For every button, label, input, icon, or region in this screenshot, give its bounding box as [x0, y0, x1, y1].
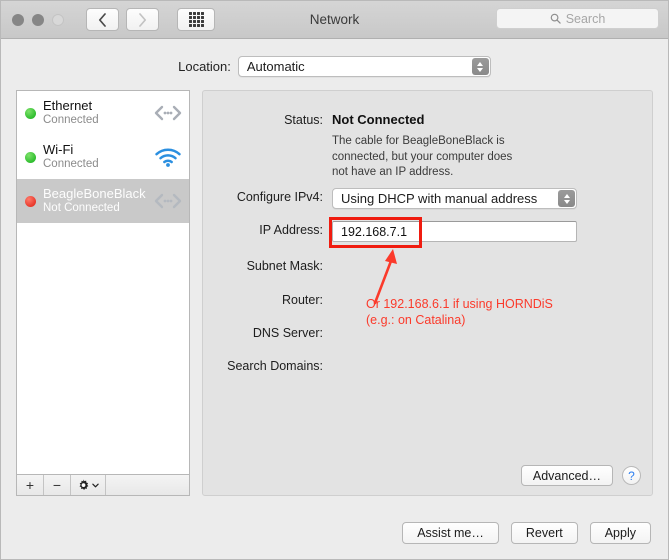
annotation-line-1: Or 192.168.6.1 if using HORNDiS	[366, 297, 553, 311]
apply-button[interactable]: Apply	[589, 522, 651, 544]
stepper-icon	[471, 58, 489, 75]
forward-button[interactable]	[126, 8, 159, 31]
ip-address-label: IP Address:	[259, 223, 323, 237]
ip-address-row: IP Address: 192.168.7.1	[203, 221, 577, 242]
network-preferences-window: Network Search Location: Automatic Ether…	[0, 0, 669, 560]
search-placeholder: Search	[565, 11, 606, 26]
service-row-ethernet[interactable]: Ethernet Connected	[17, 91, 189, 135]
service-name: BeagleBoneBlack	[43, 186, 146, 201]
close-button[interactable]	[12, 13, 24, 26]
service-row-wifi[interactable]: Wi-Fi Connected	[17, 135, 189, 179]
dns-server-label: DNS Server:	[252, 326, 323, 340]
window-titlebar: Network Search	[1, 1, 668, 39]
navigation-buttons	[86, 8, 215, 31]
status-row: Status: Not Connected The cable for Beag…	[203, 111, 528, 181]
status-description: The cable for BeagleBoneBlack is connect…	[332, 135, 513, 179]
stepper-icon	[558, 190, 575, 207]
help-button[interactable]: ?	[622, 466, 641, 485]
annotation-line-2: (e.g.: on Catalina)	[366, 312, 466, 327]
chevron-down-icon	[92, 483, 99, 487]
location-row: Location: Automatic	[1, 56, 668, 77]
search-domains-row: Search Domains:	[203, 357, 323, 373]
service-status: Not Connected	[43, 201, 120, 214]
ip-address-input[interactable]: 192.168.7.1	[332, 221, 577, 242]
show-all-button[interactable]	[177, 8, 215, 31]
revert-button[interactable]: Revert	[510, 522, 578, 544]
search-domains-label: Search Domains:	[227, 359, 323, 373]
remove-service-button[interactable]: −	[44, 475, 71, 495]
router-row: Router:	[203, 291, 323, 307]
status-value: Not Connected	[332, 112, 425, 127]
service-status: Connected	[43, 113, 99, 126]
location-select[interactable]: Automatic	[237, 56, 491, 77]
gear-icon	[79, 478, 89, 490]
add-service-button[interactable]: +	[17, 475, 44, 495]
services-toolbar: + −	[16, 474, 190, 496]
services-sidebar: Ethernet Connected Wi-Fi Connected Beagl…	[16, 90, 190, 496]
configure-ipv4-select[interactable]: Using DHCP with manual address	[332, 188, 577, 209]
back-button[interactable]	[86, 8, 119, 31]
services-toolbar-filler	[106, 475, 189, 495]
ethernet-icon	[153, 193, 183, 209]
subnet-mask-label: Subnet Mask:	[246, 259, 323, 273]
router-label: Router:	[282, 293, 323, 307]
search-input[interactable]: Search	[496, 8, 659, 29]
configure-ipv4-value: Using DHCP with manual address	[341, 191, 538, 206]
minimize-button[interactable]	[32, 13, 44, 26]
main-content: Ethernet Connected Wi-Fi Connected Beagl…	[16, 90, 653, 496]
status-label: Status:	[284, 113, 323, 127]
subnet-mask-row: Subnet Mask:	[203, 257, 323, 273]
location-value: Automatic	[246, 59, 305, 74]
status-dot	[25, 195, 36, 207]
location-label: Location:	[178, 59, 231, 74]
status-dot	[25, 107, 36, 119]
grid-icon	[188, 12, 204, 27]
window-footer: Assist me… Revert Apply	[1, 507, 668, 559]
service-row-beagleboneblack[interactable]: BeagleBoneBlack Not Connected	[17, 179, 189, 223]
search-icon	[550, 13, 561, 24]
services-list[interactable]: Ethernet Connected Wi-Fi Connected Beagl…	[16, 90, 190, 475]
traffic-lights	[12, 13, 64, 26]
service-status: Connected	[43, 157, 99, 170]
zoom-button[interactable]	[52, 13, 64, 26]
annotation-text: Or 192.168.6.1 if using HORNDiS (e.g.: o…	[366, 297, 553, 328]
status-dot	[25, 151, 36, 163]
advanced-row: Advanced… ?	[520, 465, 641, 486]
dns-server-row: DNS Server:	[203, 324, 323, 340]
service-name: Wi-Fi	[43, 142, 74, 157]
chevron-left-icon	[98, 12, 106, 27]
configure-ipv4-label: Configure IPv4:	[236, 190, 323, 204]
configure-ipv4-row: Configure IPv4: Using DHCP with manual a…	[203, 188, 577, 209]
ethernet-icon	[153, 105, 183, 121]
service-actions-button[interactable]	[71, 475, 106, 495]
assist-me-button[interactable]: Assist me…	[402, 522, 499, 544]
chevron-right-icon	[139, 12, 147, 27]
advanced-button[interactable]: Advanced…	[520, 465, 613, 486]
wifi-icon	[153, 147, 183, 167]
service-name: Ethernet	[43, 98, 93, 113]
service-detail-panel: Status: Not Connected The cable for Beag…	[202, 90, 653, 496]
